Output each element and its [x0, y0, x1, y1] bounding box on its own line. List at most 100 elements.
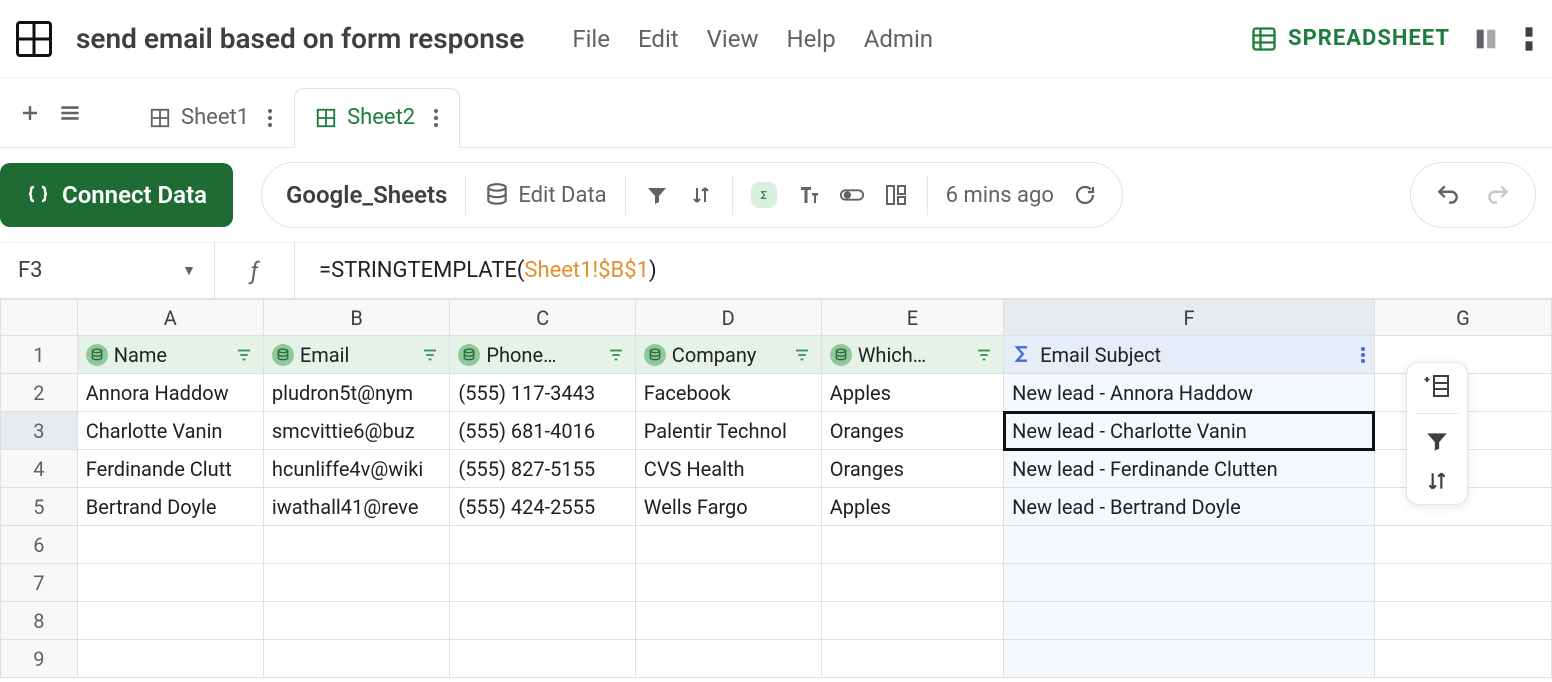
column-header-A[interactable]: A — [77, 300, 263, 336]
cell-C2[interactable]: (555) 117-3443 — [450, 374, 635, 412]
redo-icon[interactable] — [1485, 182, 1511, 208]
cell-F6[interactable] — [1004, 526, 1375, 564]
cell-A6[interactable] — [77, 526, 263, 564]
menu-help[interactable]: Help — [787, 25, 836, 53]
connect-data-button[interactable]: Connect Data — [0, 163, 233, 227]
cell-C4[interactable]: (555) 827-5155 — [450, 450, 635, 488]
row-number[interactable]: 7 — [1, 564, 78, 602]
cell-E4[interactable]: Oranges — [821, 450, 1003, 488]
filter-tool-icon[interactable] — [1424, 428, 1450, 454]
formula-input[interactable]: =STRINGTEMPLATE(Sheet1!$B$1) — [295, 258, 657, 283]
cell-D7[interactable] — [635, 564, 821, 602]
row-number[interactable]: 6 — [1, 526, 78, 564]
column-header-B[interactable]: B — [263, 300, 450, 336]
cell-E7[interactable] — [821, 564, 1003, 602]
cell-B6[interactable] — [263, 526, 450, 564]
cell-C9[interactable] — [450, 640, 635, 678]
cell-C7[interactable] — [450, 564, 635, 602]
all-sheets-button[interactable] — [50, 93, 90, 133]
cell-B3[interactable]: smcvittie6@buz — [263, 412, 450, 450]
cell-F4[interactable]: New lead - Ferdinande Clutten — [1004, 450, 1375, 488]
tab-menu-icon[interactable] — [433, 108, 439, 128]
field-header-A[interactable]: Name — [77, 336, 263, 374]
field-header-F[interactable]: Email Subject — [1004, 336, 1375, 374]
text-format-icon[interactable] — [795, 182, 821, 208]
panel-layout-icon[interactable] — [1472, 25, 1500, 53]
filter-icon[interactable] — [644, 182, 670, 208]
cell-C8[interactable] — [450, 602, 635, 640]
cell-F8[interactable] — [1004, 602, 1375, 640]
sigma-icon[interactable] — [751, 182, 777, 208]
cell-E3[interactable]: Oranges — [821, 412, 1003, 450]
more-icon[interactable] — [1522, 25, 1536, 53]
undo-icon[interactable] — [1435, 182, 1461, 208]
document-title[interactable]: send email based on form response — [76, 22, 524, 55]
cell-F3[interactable]: New lead - Charlotte Vanin — [1004, 412, 1375, 450]
cell-A3[interactable]: Charlotte Vanin — [77, 412, 263, 450]
column-filter-icon[interactable] — [235, 346, 253, 364]
add-column-icon[interactable] — [1422, 373, 1452, 399]
cell-D3[interactable]: Palentir Technol — [635, 412, 821, 450]
cell-F9[interactable] — [1004, 640, 1375, 678]
cell-B7[interactable] — [263, 564, 450, 602]
cell-A5[interactable]: Bertrand Doyle — [77, 488, 263, 526]
cell-G7[interactable] — [1374, 564, 1551, 602]
cell-B4[interactable]: hcunliffe4v@wiki — [263, 450, 450, 488]
column-header-E[interactable]: E — [821, 300, 1003, 336]
cell-D4[interactable]: CVS Health — [635, 450, 821, 488]
field-header-E[interactable]: Which… — [821, 336, 1003, 374]
field-header-D[interactable]: Company — [635, 336, 821, 374]
menu-file[interactable]: File — [572, 25, 610, 53]
data-source-name[interactable]: Google_Sheets — [286, 181, 447, 209]
row-number[interactable]: 2 — [1, 374, 78, 412]
menu-edit[interactable]: Edit — [638, 25, 679, 53]
sort-tool-icon[interactable] — [1424, 468, 1450, 494]
column-filter-icon[interactable] — [607, 346, 625, 364]
cell-A7[interactable] — [77, 564, 263, 602]
cell-G9[interactable] — [1374, 640, 1551, 678]
sort-icon[interactable] — [688, 182, 714, 208]
edit-data-button[interactable]: Edit Data — [484, 182, 606, 208]
row-number[interactable]: 9 — [1, 640, 78, 678]
layout-options-icon[interactable] — [883, 182, 909, 208]
cell-D5[interactable]: Wells Fargo — [635, 488, 821, 526]
cell-C5[interactable]: (555) 424-2555 — [450, 488, 635, 526]
cell-G8[interactable] — [1374, 602, 1551, 640]
column-filter-icon[interactable] — [975, 346, 993, 364]
spreadsheet-grid[interactable]: ABCDEFG1NameEmailPhone…CompanyWhich…Emai… — [0, 299, 1552, 678]
cell-D8[interactable] — [635, 602, 821, 640]
cell-A2[interactable]: Annora Haddow — [77, 374, 263, 412]
cell-A8[interactable] — [77, 602, 263, 640]
cell-F2[interactable]: New lead - Annora Haddow — [1004, 374, 1375, 412]
cell-E6[interactable] — [821, 526, 1003, 564]
cell-A9[interactable] — [77, 640, 263, 678]
cell-D6[interactable] — [635, 526, 821, 564]
cell-B5[interactable]: iwathall41@reve — [263, 488, 450, 526]
cell-E9[interactable] — [821, 640, 1003, 678]
row-number[interactable]: 5 — [1, 488, 78, 526]
toggle-icon[interactable] — [839, 182, 865, 208]
cell-B9[interactable] — [263, 640, 450, 678]
cell-C6[interactable] — [450, 526, 635, 564]
row-number[interactable]: 8 — [1, 602, 78, 640]
field-header-B[interactable]: Email — [263, 336, 450, 374]
row-number[interactable]: 4 — [1, 450, 78, 488]
tab-menu-icon[interactable] — [267, 108, 273, 128]
cell-E5[interactable]: Apples — [821, 488, 1003, 526]
column-header-C[interactable]: C — [450, 300, 635, 336]
cell-D2[interactable]: Facebook — [635, 374, 821, 412]
menu-admin[interactable]: Admin — [864, 25, 933, 53]
menu-view[interactable]: View — [707, 25, 759, 53]
column-header-G[interactable]: G — [1374, 300, 1551, 336]
cell-G6[interactable] — [1374, 526, 1551, 564]
cell-B2[interactable]: pludron5t@nym — [263, 374, 450, 412]
cell-D9[interactable] — [635, 640, 821, 678]
spreadsheet-mode-button[interactable]: SPREADSHEET — [1250, 25, 1450, 53]
refresh-icon[interactable] — [1072, 182, 1098, 208]
column-filter-icon[interactable] — [421, 346, 439, 364]
cell-F7[interactable] — [1004, 564, 1375, 602]
cell-A4[interactable]: Ferdinande Clutt — [77, 450, 263, 488]
row-number[interactable]: 3 — [1, 412, 78, 450]
add-sheet-button[interactable] — [10, 93, 50, 133]
cell-E2[interactable]: Apples — [821, 374, 1003, 412]
